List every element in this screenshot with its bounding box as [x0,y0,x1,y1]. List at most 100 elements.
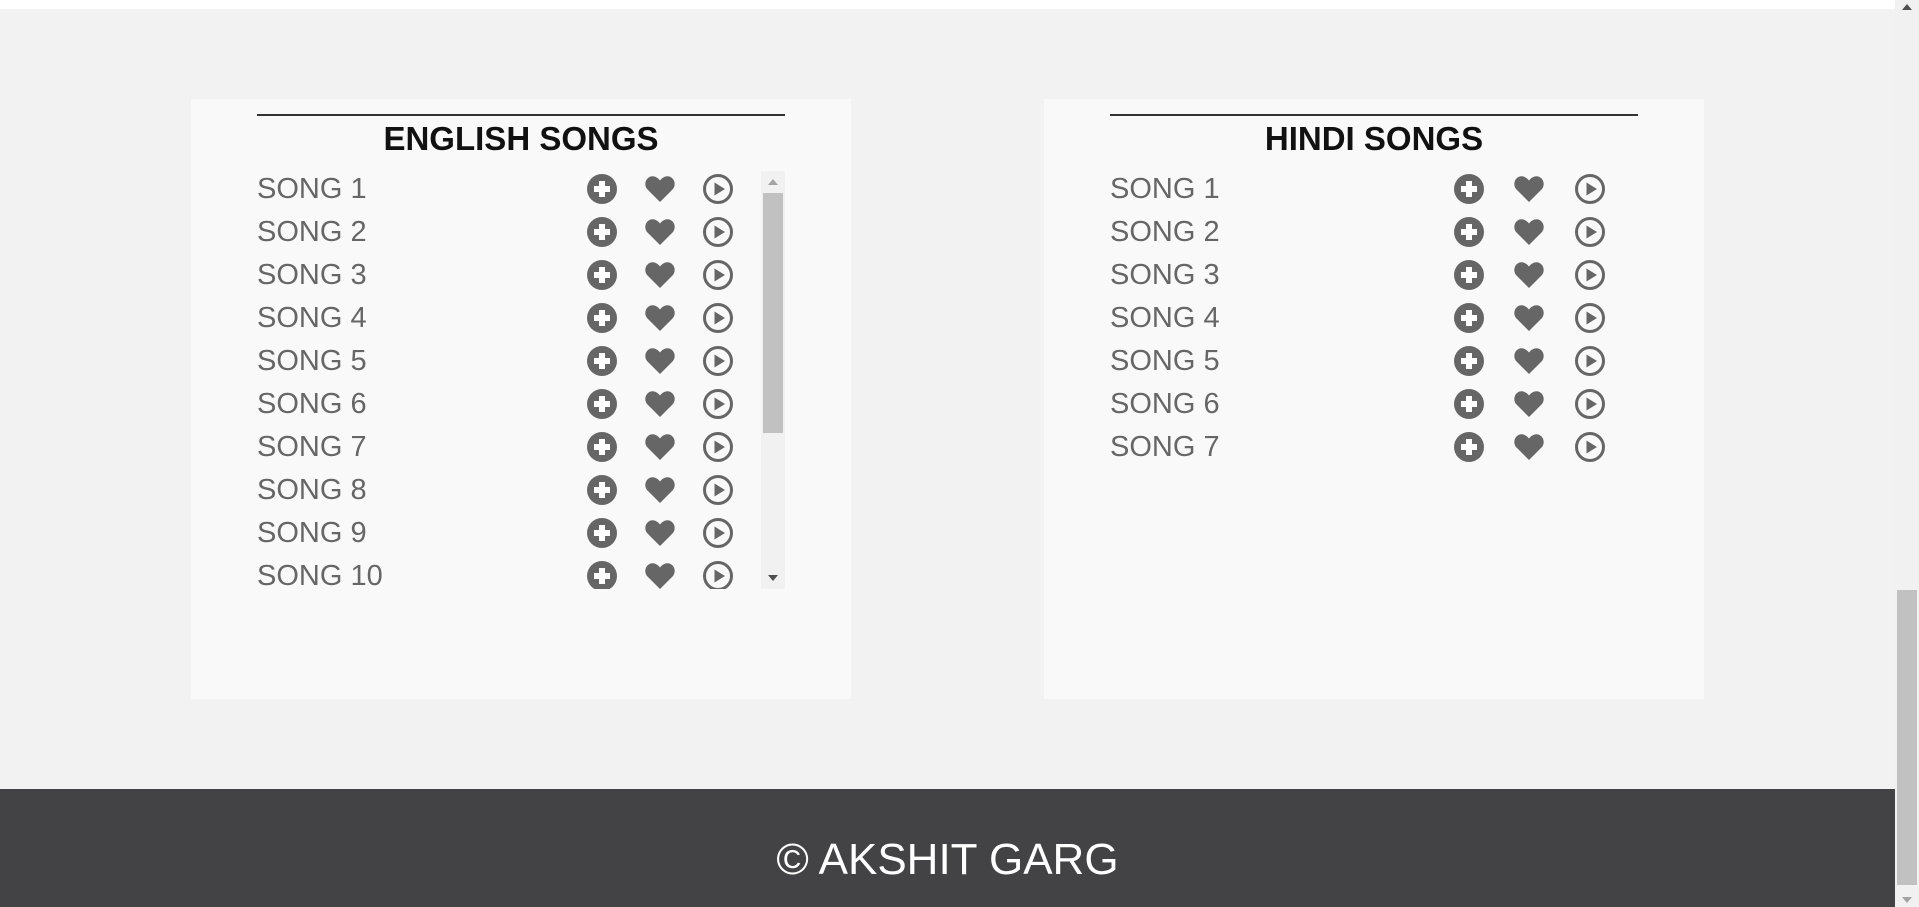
add-to-playlist-button[interactable] [1453,345,1485,377]
play-circle-icon [1574,388,1606,420]
like-button[interactable] [1513,173,1545,205]
add-to-playlist-button[interactable] [1453,302,1485,334]
song-name: SONG 10 [257,560,383,589]
play-button[interactable] [1574,216,1606,248]
play-button[interactable] [702,431,734,463]
play-button[interactable] [1574,302,1606,334]
plus-circle-icon [1453,173,1485,205]
like-button[interactable] [1513,431,1545,463]
heart-icon [1513,302,1545,334]
heart-icon [1513,173,1545,205]
scrollbar-thumb[interactable] [763,193,783,433]
play-button[interactable] [1574,259,1606,291]
play-button[interactable] [1574,173,1606,205]
play-button[interactable] [1574,431,1606,463]
like-button[interactable] [644,173,676,205]
like-button[interactable] [644,216,676,248]
plus-circle-icon [586,173,618,205]
add-to-playlist-button[interactable] [1453,388,1485,420]
hindi-songs-title: HINDI SONGS [1110,114,1638,158]
add-to-playlist-button[interactable] [586,517,618,549]
add-to-playlist-button[interactable] [1453,259,1485,291]
heart-icon [644,474,676,506]
song-row: SONG 2 [1110,212,1638,255]
play-button[interactable] [702,302,734,334]
add-to-playlist-button[interactable] [1453,431,1485,463]
song-row: SONG 4 [257,298,785,341]
song-name: SONG 3 [1110,259,1220,291]
add-to-playlist-button[interactable] [586,173,618,205]
plus-circle-icon [1453,431,1485,463]
like-button[interactable] [1513,302,1545,334]
play-button[interactable] [702,517,734,549]
plus-circle-icon [1453,345,1485,377]
plus-circle-icon [586,216,618,248]
add-to-playlist-button[interactable] [586,302,618,334]
song-name: SONG 2 [1110,216,1220,248]
song-row: SONG 7 [1110,427,1638,470]
song-row: SONG 3 [257,255,785,298]
song-name: SONG 9 [257,517,367,549]
heart-icon [644,345,676,377]
like-button[interactable] [1513,216,1545,248]
song-row: SONG 10 [257,556,785,589]
like-button[interactable] [644,302,676,334]
page: ENGLISH SONGS SONG 1 SONG 2 SONG 3 SONG 4 SO… [0,0,1895,907]
like-button[interactable] [644,345,676,377]
hindi-song-list[interactable]: SONG 1 SONG 2 SONG 3 SONG 4 SONG 5 SONG 6 SONG… [1110,169,1638,589]
english-list-scrollbar[interactable] [761,171,785,589]
play-button[interactable] [702,216,734,248]
like-button[interactable] [644,517,676,549]
like-button[interactable] [1513,388,1545,420]
plus-circle-icon [586,388,618,420]
plus-circle-icon [586,474,618,506]
like-button[interactable] [1513,259,1545,291]
add-to-playlist-button[interactable] [586,216,618,248]
page-scrollbar[interactable] [1895,0,1919,907]
song-name: SONG 1 [1110,173,1220,205]
add-to-playlist-button[interactable] [586,345,618,377]
add-to-playlist-button[interactable] [586,431,618,463]
english-song-list[interactable]: SONG 1 SONG 2 SONG 3 SONG 4 SONG 5 SONG 6 SONG… [257,169,785,589]
plus-circle-icon [1453,259,1485,291]
add-to-playlist-button[interactable] [1453,216,1485,248]
song-row: SONG 1 [257,169,785,212]
play-button[interactable] [702,259,734,291]
add-to-playlist-button[interactable] [586,560,618,589]
page-scrollbar-thumb[interactable] [1897,590,1917,885]
add-to-playlist-button[interactable] [586,474,618,506]
page-scroll-up-arrow-icon[interactable] [1902,4,1912,10]
play-button[interactable] [702,388,734,420]
add-to-playlist-button[interactable] [586,388,618,420]
play-button[interactable] [702,173,734,205]
plus-circle-icon [586,560,618,589]
add-to-playlist-button[interactable] [1453,173,1485,205]
scroll-down-arrow-icon[interactable] [768,575,778,581]
play-button[interactable] [702,345,734,377]
like-button[interactable] [1513,345,1545,377]
like-button[interactable] [644,388,676,420]
play-circle-icon [702,345,734,377]
heart-icon [1513,345,1545,377]
song-row: SONG 1 [1110,169,1638,212]
plus-circle-icon [586,345,618,377]
like-button[interactable] [644,474,676,506]
song-row: SONG 5 [1110,341,1638,384]
scroll-up-arrow-icon[interactable] [768,179,778,185]
play-button[interactable] [702,474,734,506]
play-button[interactable] [1574,345,1606,377]
play-circle-icon [702,474,734,506]
add-to-playlist-button[interactable] [586,259,618,291]
play-circle-icon [1574,259,1606,291]
page-scroll-down-arrow-icon[interactable] [1902,897,1912,903]
like-button[interactable] [644,560,676,589]
play-button[interactable] [702,560,734,589]
heart-icon [644,259,676,291]
play-circle-icon [1574,345,1606,377]
footer-copyright: © AKSHIT GARG [776,835,1119,884]
like-button[interactable] [644,259,676,291]
song-name: SONG 2 [257,216,367,248]
play-button[interactable] [1574,388,1606,420]
heart-icon [644,216,676,248]
like-button[interactable] [644,431,676,463]
